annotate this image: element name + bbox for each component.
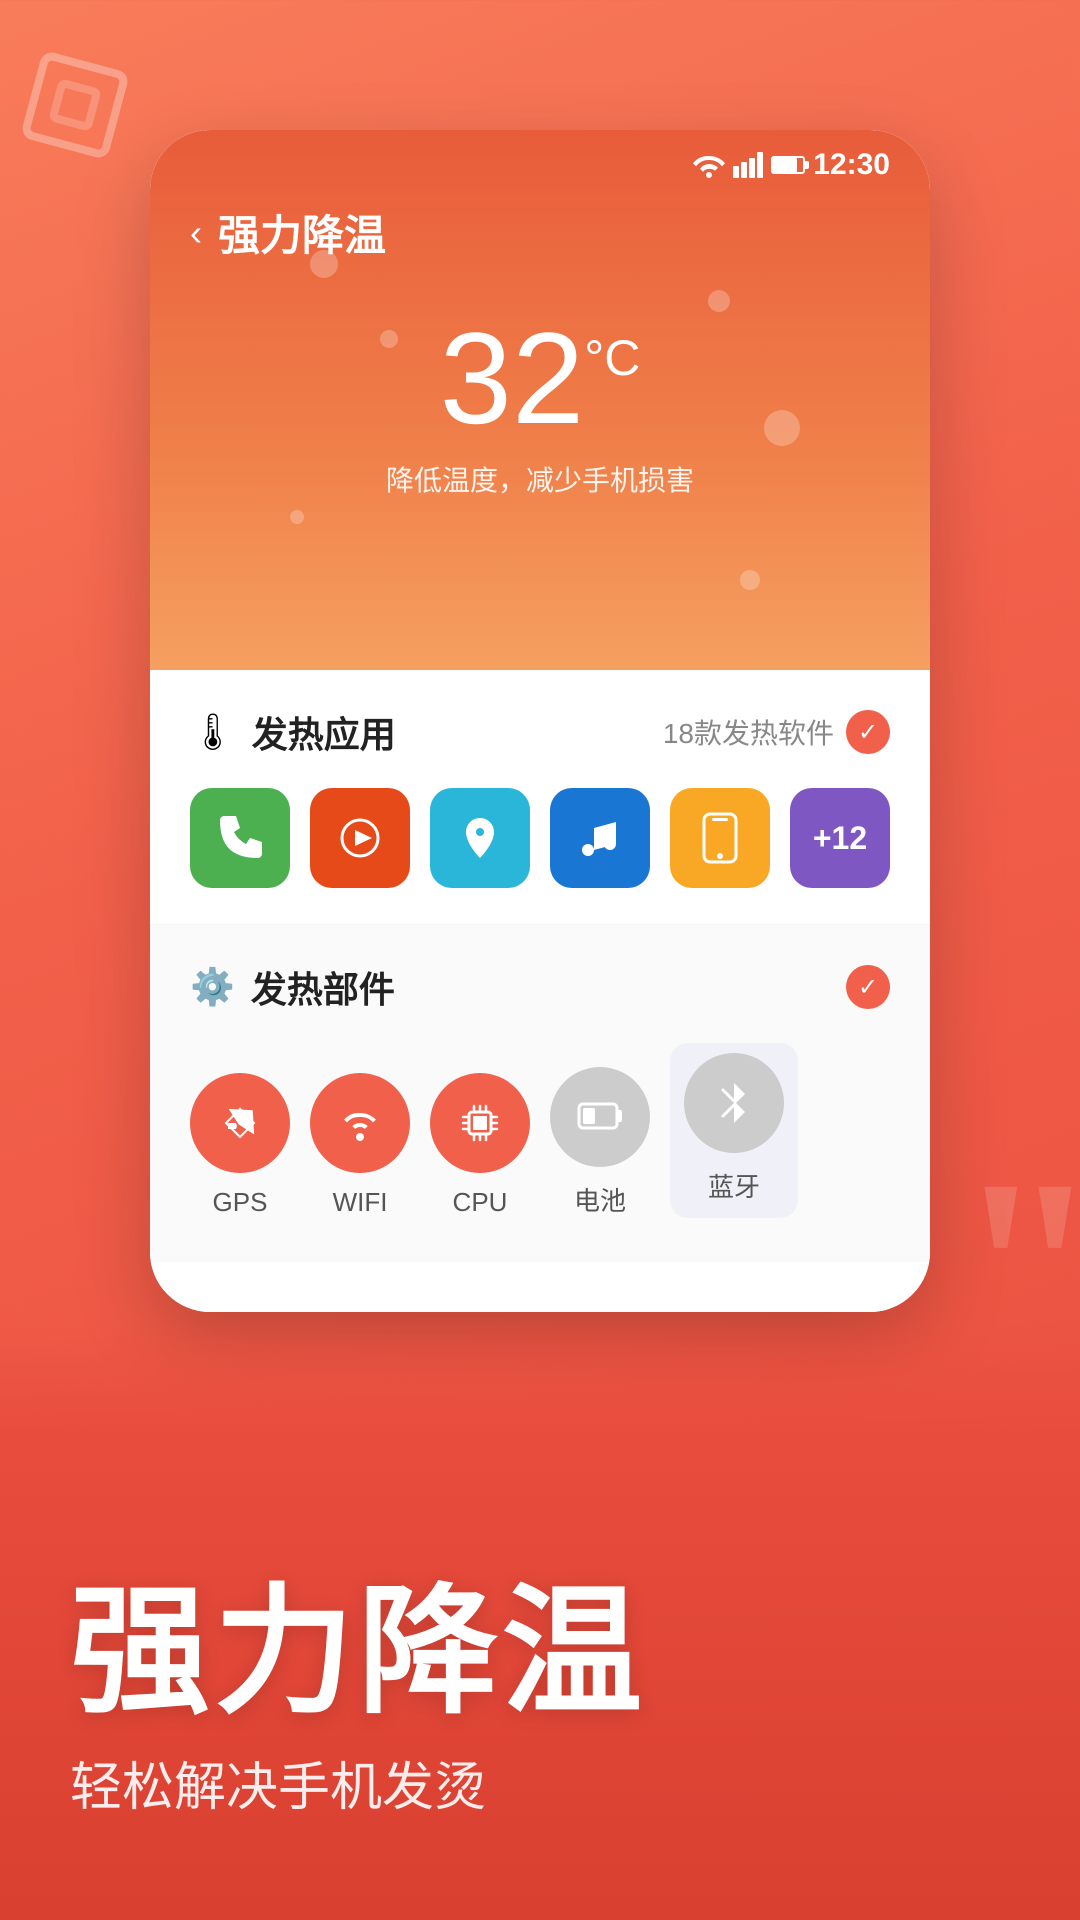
map-app-icon xyxy=(454,812,506,864)
phone2-app-icon xyxy=(698,812,742,864)
bluetooth-label: 蓝牙 xyxy=(708,1167,760,1204)
app-icon-video[interactable] xyxy=(310,788,410,888)
bubble-4 xyxy=(708,290,730,312)
app-icon-phone[interactable] xyxy=(190,788,290,888)
bubble-5 xyxy=(290,510,304,524)
thermometer-icon: 🌡 xyxy=(190,711,236,753)
phone-mockup: 12:30 ‹ 强力降温 32°C 降低温度，减少手机损害 🌡 发热应用 xyxy=(150,130,930,1312)
battery-icon xyxy=(771,156,805,174)
wifi-circle xyxy=(310,1073,410,1173)
gps-circle xyxy=(190,1073,290,1173)
video-app-icon xyxy=(334,812,386,864)
app-icon-more[interactable]: +12 xyxy=(790,788,890,888)
heat-apps-section: 🌡 发热应用 18款发热软件 ✓ xyxy=(150,670,930,925)
bluetooth-circle xyxy=(684,1053,784,1153)
app-icon-map[interactable] xyxy=(430,788,530,888)
battery-label: 电池 xyxy=(574,1181,626,1218)
bottom-headline-section: 强力降温 轻松解决手机发烫 xyxy=(0,1320,1080,1920)
temp-unit: °C xyxy=(584,333,640,383)
phone-app-icon xyxy=(214,812,266,864)
bg-decoration-topleft xyxy=(20,50,130,160)
page-title: 强力降温 xyxy=(218,202,386,263)
check-icon: ✓ xyxy=(858,718,878,747)
heat-components-header: ⚙️ 发热部件 ✓ xyxy=(190,961,890,1013)
battery-comp-icon xyxy=(577,1098,623,1136)
headline-main: 强力降温 xyxy=(70,1575,1010,1729)
heat-apps-header: 🌡 发热应用 18款发热软件 ✓ xyxy=(190,706,890,758)
app-icon-music[interactable] xyxy=(550,788,650,888)
bubble-2 xyxy=(380,330,398,348)
phone-nav: ‹ 强力降温 xyxy=(150,182,930,283)
gear-icon: ⚙️ xyxy=(190,966,235,1008)
heat-apps-title: 发热应用 xyxy=(252,706,396,758)
cpu-label: CPU xyxy=(453,1187,508,1218)
gps-icon xyxy=(218,1101,262,1145)
cpu-icon xyxy=(457,1100,503,1146)
heat-components-section: ⚙️ 发热部件 ✓ xyxy=(150,925,930,1262)
wifi-label: WIFI xyxy=(333,1187,388,1218)
cpu-circle xyxy=(430,1073,530,1173)
heat-apps-header-left: 🌡 发热应用 xyxy=(190,706,396,758)
heat-apps-count: 18款发热软件 xyxy=(663,712,834,752)
status-time: 12:30 xyxy=(813,148,890,182)
component-wifi[interactable]: WIFI xyxy=(310,1073,410,1218)
music-app-icon xyxy=(574,812,626,864)
wifi-icon xyxy=(693,152,725,178)
phone-bottom-section: 🌡 发热应用 18款发热软件 ✓ xyxy=(150,670,930,1312)
signal-icon xyxy=(733,152,763,178)
status-icons: 12:30 xyxy=(693,148,890,182)
more-count-label: +12 xyxy=(813,820,867,857)
component-battery[interactable]: 电池 xyxy=(550,1067,650,1218)
component-gps[interactable]: GPS xyxy=(190,1073,290,1218)
status-bar: 12:30 xyxy=(150,130,930,182)
gps-label: GPS xyxy=(213,1187,268,1218)
temperature-subtitle: 降低温度，减少手机损害 xyxy=(150,459,930,499)
component-bluetooth[interactable]: 蓝牙 xyxy=(670,1043,798,1218)
heat-apps-badge: 18款发热软件 ✓ xyxy=(663,710,890,754)
heat-components-check[interactable]: ✓ xyxy=(846,965,890,1009)
heat-components-title: 发热部件 xyxy=(251,961,395,1013)
heat-apps-list: +12 xyxy=(190,788,890,888)
app-icon-phone2[interactable] xyxy=(670,788,770,888)
bubble-6 xyxy=(740,570,760,590)
temperature-value: 32°C xyxy=(440,313,641,443)
back-button[interactable]: ‹ xyxy=(190,212,202,254)
check-icon-2: ✓ xyxy=(858,973,878,1002)
wifi-comp-icon xyxy=(336,1103,384,1143)
temperature-display: 32°C 降低温度，减少手机损害 xyxy=(150,283,930,519)
battery-circle xyxy=(550,1067,650,1167)
bubble-3 xyxy=(764,410,800,446)
phone-top-section: 12:30 ‹ 强力降温 32°C 降低温度，减少手机损害 xyxy=(150,130,930,670)
bubble-1 xyxy=(310,250,338,278)
headline-sub: 轻松解决手机发烫 xyxy=(70,1745,1010,1820)
bluetooth-icon xyxy=(719,1079,749,1127)
component-cpu[interactable]: CPU xyxy=(430,1073,530,1218)
heat-components-header-left: ⚙️ 发热部件 xyxy=(190,961,395,1013)
heat-apps-check[interactable]: ✓ xyxy=(846,710,890,754)
components-list: GPS WIFI xyxy=(190,1043,890,1218)
